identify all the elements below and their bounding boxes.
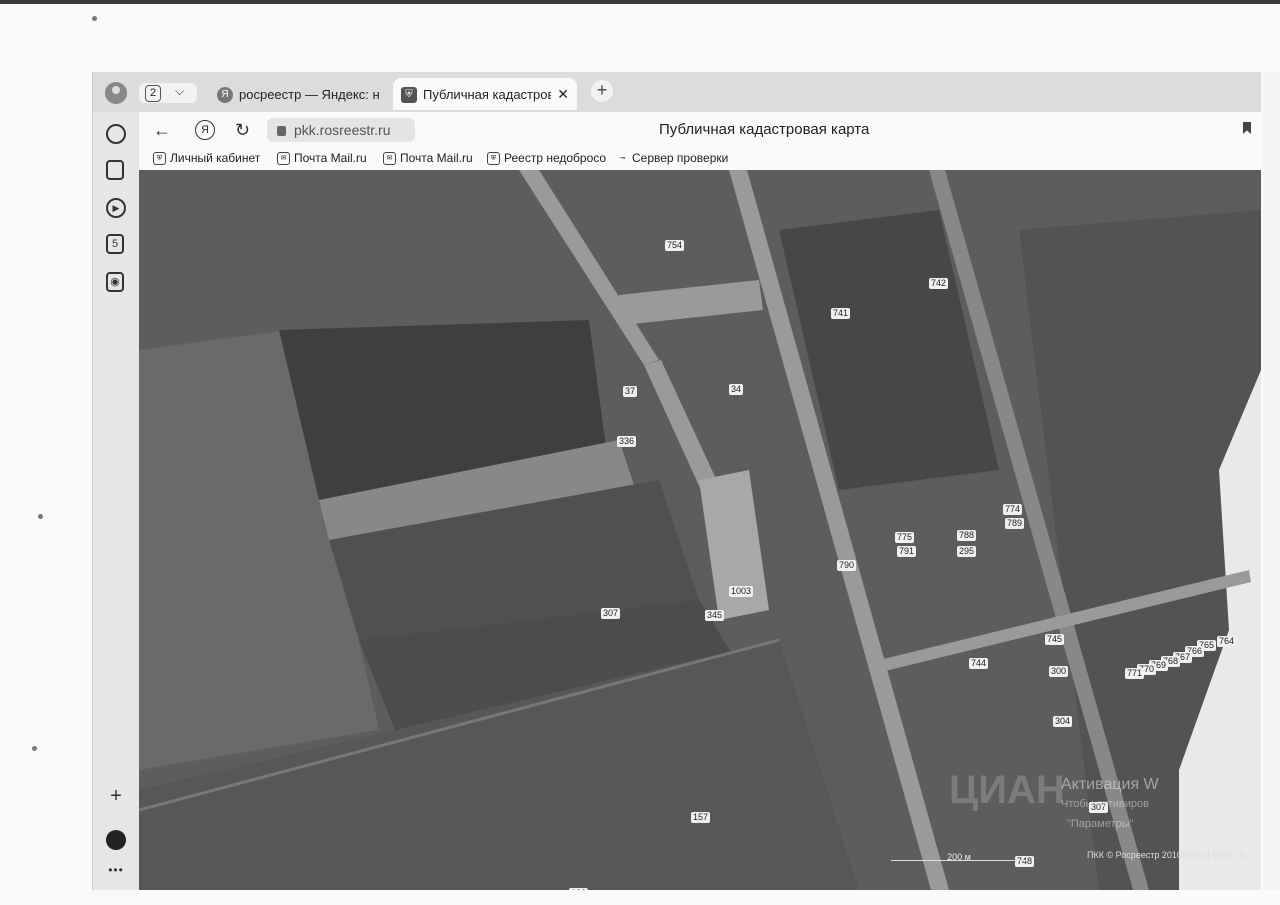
yandex-icon: Я: [217, 86, 233, 103]
rosreestr-icon: ⛨: [401, 86, 417, 103]
alice-icon[interactable]: [106, 830, 126, 850]
mail-icon: ✉: [383, 152, 396, 166]
page-title: Публичная кадастровая карта: [659, 121, 870, 138]
tab-label: Публичная кадастровая карта: [423, 86, 551, 102]
camera-icon[interactable]: ◉: [106, 272, 124, 292]
key-icon: ⊸: [619, 155, 626, 163]
chevron-down-icon: ⌵: [175, 84, 185, 98]
parcel-label[interactable]: 742: [929, 278, 949, 289]
back-button[interactable]: ←: [153, 120, 171, 141]
history-icon[interactable]: [106, 124, 126, 144]
new-tab-button[interactable]: +: [591, 80, 613, 102]
cadastral-map[interactable]: 754 742 741 37 34 336 774 789 775 791 78…: [139, 170, 1261, 890]
parcel-label[interactable]: 741: [831, 308, 851, 319]
parcel-label[interactable]: 345: [705, 610, 725, 621]
tab-bar: 2 ⌵ Яросреестр — Яндекс: нашл ⛨ Публичная…: [93, 72, 1261, 112]
parcel-label[interactable]: 775: [895, 532, 915, 543]
parcel-label[interactable]: 788: [957, 530, 977, 541]
tab-label: росреестр — Яндекс: нашл: [239, 86, 379, 102]
url-text: pkk.rosreestr.ru: [294, 122, 391, 138]
bookmark-mail-1[interactable]: ✉ Почта Mail.ru: [277, 151, 367, 166]
activation-watermark-line3: "Параметры": [1067, 818, 1134, 830]
parcel-label[interactable]: 745: [1045, 634, 1065, 645]
close-icon[interactable]: ✕: [557, 78, 569, 110]
bookmark-label: Реестр недобросо: [504, 151, 607, 165]
lock-icon: [277, 126, 286, 137]
play-icon[interactable]: ▶: [106, 198, 126, 218]
parcel-label[interactable]: 789: [1005, 518, 1025, 529]
parcel-label[interactable]: 764: [1217, 636, 1237, 647]
map-copyright: ПКК © Росреестр 2010-2024 | ЕЭКО ©: [1087, 850, 1246, 860]
tab-count: 2: [145, 85, 161, 102]
bookmark-reestr[interactable]: ⛨ Реестр недобросо: [487, 151, 609, 166]
parcel-label[interactable]: 300: [1049, 666, 1069, 677]
bookmark-label: Почта Mail.ru: [294, 151, 367, 165]
parcel-label[interactable]: 790: [837, 560, 857, 571]
bookmark-icon[interactable]: [1243, 122, 1251, 134]
activation-watermark-line2: Чтобы активиров: [1061, 798, 1149, 810]
parcel-label[interactable]: 304: [1053, 716, 1073, 727]
parcel-label[interactable]: 791: [897, 546, 917, 557]
bookmark-label: Сервер проверки: [632, 151, 729, 165]
parcel-label[interactable]: 754: [665, 240, 685, 251]
browser-sidebar: ▶ 5 ◉ + •••: [93, 112, 139, 890]
cian-watermark-logo: ЦИАН: [949, 768, 1065, 812]
bookmark-label: Личный кабинет: [170, 151, 261, 165]
scan-top-border: [0, 0, 1280, 4]
activation-watermark: Активация W: [1061, 776, 1159, 793]
parcel-label[interactable]: 1003: [729, 586, 754, 597]
yandex-button[interactable]: Я: [195, 120, 215, 140]
profile-avatar[interactable]: [105, 82, 127, 104]
parcel-label[interactable]: 744: [969, 658, 989, 669]
scan-speck: [38, 514, 43, 519]
scan-speck: [32, 746, 37, 751]
reload-button[interactable]: ↻: [235, 120, 250, 141]
more-icon[interactable]: •••: [106, 860, 126, 880]
parcel-label[interactable]: 336: [617, 436, 637, 447]
scan-speck: [92, 16, 97, 21]
parcel-label[interactable]: 37: [623, 386, 638, 397]
tab-cadastral-map[interactable]: ⛨ Публичная кадастровая карта ✕: [393, 78, 577, 110]
five-icon[interactable]: 5: [106, 234, 124, 254]
parcel-label[interactable]: 774: [1003, 504, 1023, 515]
scan-right-margin: [1263, 72, 1280, 890]
bookmark-server[interactable]: ⊸ Сервер проверки: [617, 151, 741, 165]
parcel-label[interactable]: 34: [729, 384, 744, 395]
mail-icon: ✉: [277, 152, 290, 166]
map-scale: 200 м: [891, 852, 1027, 862]
url-field[interactable]: pkk.rosreestr.ru: [267, 118, 415, 142]
parcel-label[interactable]: 157: [691, 812, 711, 823]
bookmark-label: Почта Mail.ru: [400, 151, 473, 165]
address-bar: ← Я ↻ pkk.rosreestr.ru Публичная кадастр…: [139, 112, 1261, 148]
bookmark-lichnyi-kabinet[interactable]: ⛨ Личный кабинет: [153, 151, 261, 166]
bookmarks-bar: ⛨ Личный кабинет ✉ Почта Mail.ru ✉ Почта Ma…: [139, 148, 1261, 170]
plus-icon[interactable]: +: [106, 786, 126, 806]
collections-icon[interactable]: [106, 160, 124, 180]
parcel-label[interactable]: 307: [601, 608, 621, 619]
parcel-label[interactable]: 295: [957, 546, 977, 557]
bookmark-mail-2[interactable]: ✉ Почта Mail.ru: [383, 151, 473, 166]
emblem-icon: ⛨: [153, 152, 166, 166]
tab-group-button[interactable]: 2 ⌵: [139, 83, 197, 103]
browser-window: 2 ⌵ Яросреестр — Яндекс: нашл ⛨ Публичная…: [92, 72, 1261, 890]
emblem-icon: ⛨: [487, 152, 500, 166]
parcel-label[interactable]: 138: [569, 888, 589, 890]
tab-yandex-search[interactable]: Яросреестр — Яндекс: нашл: [209, 78, 385, 110]
parcel-label[interactable]: 771: [1125, 668, 1145, 679]
